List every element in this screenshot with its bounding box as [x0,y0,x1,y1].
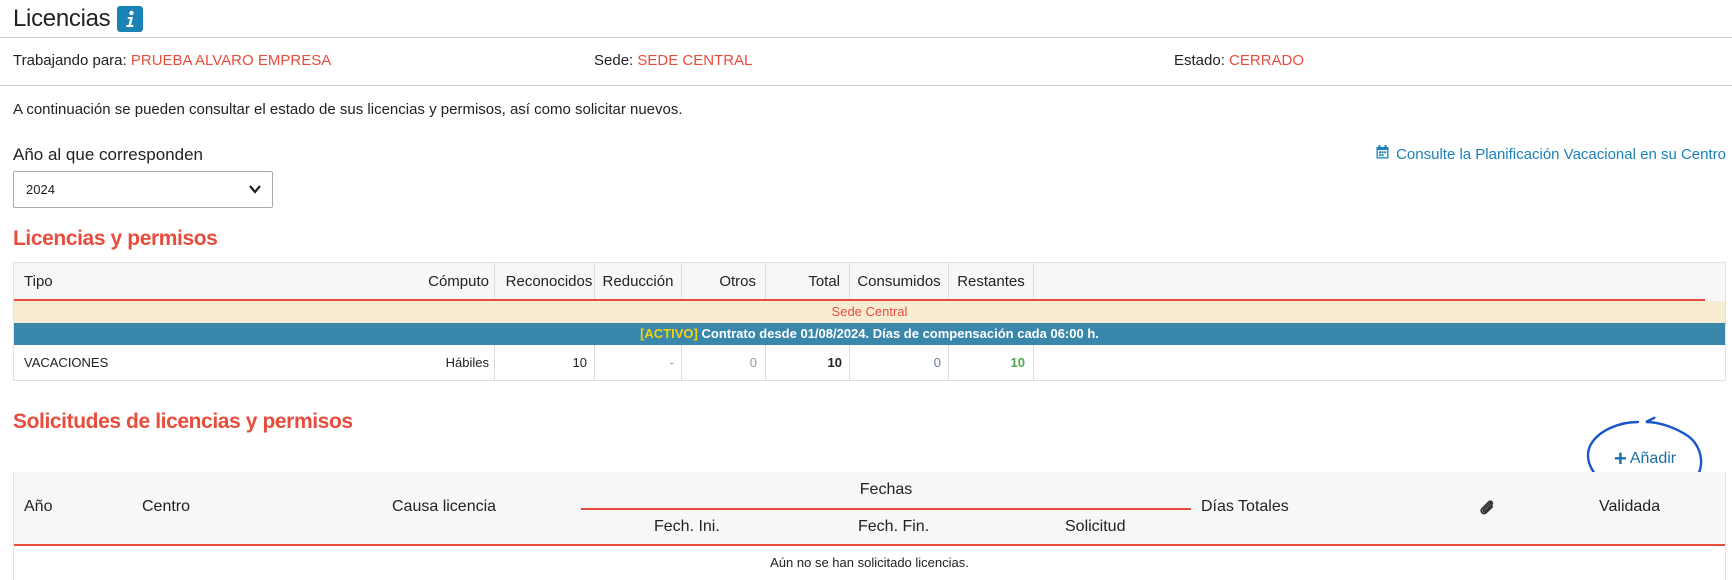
col-otros: Otros [719,273,756,290]
planning-link-label: Consulte la Planificación Vacacional en … [1396,145,1726,163]
column-divider [681,345,682,381]
fechas-underline [581,508,1191,510]
col-fech-fin: Fech. Fin. [858,518,930,535]
col-computo: Cómputo [428,273,489,290]
context-bar: Trabajando para: PRUEBA ALVARO EMPRESA S… [0,52,1732,74]
working-for-value: PRUEBA ALVARO EMPRESA [130,52,332,69]
page-header: Licencias [13,0,144,38]
column-divider [849,345,850,381]
working-for: Trabajando para: PRUEBA ALVARO EMPRESA [13,52,331,69]
column-divider [494,345,495,381]
state-label: Estado: [1174,52,1225,69]
contract-row: [ACTIVO] Contrato desde 01/08/2024. Días… [14,323,1725,345]
working-for-label: Trabajando para: [13,52,127,69]
contract-text: Contrato desde 01/08/2024. Días de compe… [697,326,1099,341]
site-label: Sede: [594,52,634,69]
status-badge: [ACTIVO] [640,326,698,341]
col-reconocidos: Reconocidos [505,273,593,290]
planning-link[interactable]: Consulte la Planificación Vacacional en … [1376,145,1726,163]
column-divider [1033,345,1034,381]
licenses-table: Tipo Cómputo Reconocidos Reducción Otros… [13,262,1726,381]
site: Sede: SEDE CENTRAL [594,52,752,69]
column-divider [849,263,850,301]
context-divider [0,85,1732,86]
cell-otros: 0 [749,355,757,370]
header-divider [0,37,1732,38]
state: Estado: CERRADO [1174,52,1304,69]
column-divider [681,263,682,301]
paperclip-icon [1479,499,1495,522]
year-select-value: 2024 [26,182,55,197]
chevron-down-icon [248,181,262,200]
requests-section-title: Solicitudes de licencias y permisos [13,410,353,433]
intro-text: A continuación se pueden consultar el es… [13,101,683,118]
col-reduccion: Reducción [602,273,674,290]
calendar-icon [1376,145,1389,163]
cell-total: 10 [827,355,842,370]
page-title: Licencias [13,5,111,32]
column-divider [948,345,949,381]
requests-table-header: Año Centro Causa licencia Fechas Fech. I… [14,472,1725,546]
year-filter-label: Año al que corresponden [13,145,203,164]
empty-message: Aún no se han solicitado licencias. [770,555,969,570]
cell-reconocidos: 10 [572,355,587,370]
col-anio: Año [24,498,53,515]
site-value: SEDE CENTRAL [637,52,753,69]
cell-reduccion: - [669,355,674,370]
licenses-section-title: Licencias y permisos [13,227,218,250]
column-divider [765,263,766,301]
plus-icon: + [1614,446,1627,471]
col-fech-ini: Fech. Ini. [654,518,720,535]
col-tipo: Tipo [24,273,53,290]
col-dias-totales: Días Totales [1201,498,1289,515]
requests-table: Año Centro Causa licencia Fechas Fech. I… [13,472,1726,580]
column-divider [765,345,766,381]
col-causa: Causa licencia [392,498,497,515]
year-select[interactable]: 2024 [13,171,273,208]
cell-restantes: 10 [1010,355,1025,370]
add-button-label: Añadir [1629,450,1677,467]
licenses-table-header: Tipo Cómputo Reconocidos Reducción Otros… [14,263,1725,301]
col-solicitud: Solicitud [1065,518,1126,535]
col-fechas: Fechas [859,481,913,498]
col-centro: Centro [142,498,191,515]
group-row: Sede Central [14,301,1725,323]
col-total: Total [808,273,840,290]
col-validada: Validada [1599,498,1661,515]
column-divider [594,345,595,381]
column-divider [1033,263,1034,301]
state-value: CERRADO [1229,52,1305,69]
column-divider [948,263,949,301]
add-button[interactable]: + Añadir [1614,448,1676,470]
cell-computo: Hábiles [445,355,489,370]
cell-consumidos: 0 [933,355,941,370]
cell-tipo: VACACIONES [24,355,109,370]
col-restantes: Restantes [957,273,1025,290]
column-divider [494,263,495,301]
table-row: VACACIONES Hábiles 10 - 0 10 0 10 [14,345,1725,381]
col-consumidos: Consumidos [857,273,941,290]
column-divider [594,263,595,301]
info-icon[interactable] [117,6,144,32]
